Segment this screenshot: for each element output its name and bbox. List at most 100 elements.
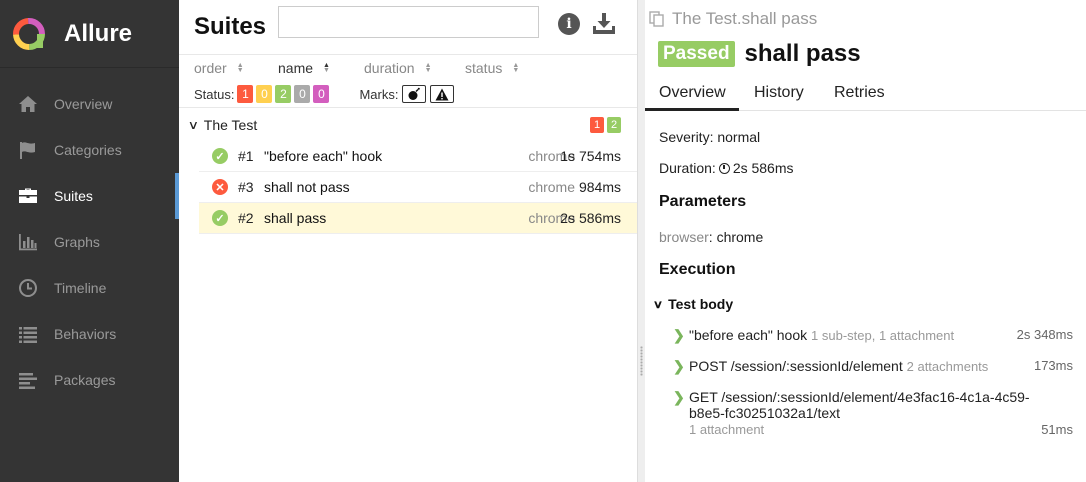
sidebar-item-graphs[interactable]: Graphs bbox=[0, 219, 179, 265]
sort-order-label: order bbox=[194, 60, 227, 76]
sidebar-item-packages[interactable]: Packages bbox=[0, 357, 179, 403]
check-circle-icon: ✓ bbox=[212, 210, 228, 226]
step-name: POST /session/:sessionId/element bbox=[689, 358, 903, 374]
test-body-label: Test body bbox=[668, 296, 734, 312]
group-passed-count: 2 bbox=[607, 117, 621, 133]
execution-title: Execution bbox=[659, 261, 736, 278]
sort-name-label: name bbox=[278, 60, 314, 76]
step-meta: 2 attachments bbox=[906, 359, 989, 374]
search-input[interactable] bbox=[278, 6, 539, 38]
tab-history[interactable]: History bbox=[746, 79, 830, 111]
test-number: #3 bbox=[238, 179, 254, 195]
sidebar-item-suites[interactable]: Suites bbox=[0, 173, 179, 219]
sidebar-item-categories[interactable]: Categories bbox=[0, 127, 179, 173]
sort-arrows-icon: ▲ ▼ bbox=[512, 62, 520, 74]
test-name: shall not pass bbox=[264, 179, 350, 195]
align-left-icon bbox=[17, 369, 39, 391]
test-number: #2 bbox=[238, 210, 254, 226]
marks-filter-label: Marks: bbox=[359, 86, 399, 102]
brand[interactable]: Allure bbox=[0, 0, 179, 68]
pane-splitter[interactable] bbox=[637, 0, 645, 482]
list-icon bbox=[17, 323, 39, 345]
chevron-right-icon: ❯ bbox=[673, 389, 685, 405]
status-filter-passed[interactable]: 2 bbox=[275, 85, 292, 103]
brand-name: Allure bbox=[64, 19, 133, 47]
test-duration: 1s 754ms bbox=[560, 148, 621, 164]
warning-mark-icon[interactable] bbox=[430, 85, 455, 103]
check-circle-icon: ✓ bbox=[212, 148, 228, 164]
table-row[interactable]: ✕ #3 shall not pass chrome 984ms bbox=[199, 172, 637, 203]
sidebar-item-label: Behaviors bbox=[54, 326, 117, 342]
sidebar-item-label: Timeline bbox=[54, 280, 107, 296]
sort-order[interactable]: order ▲ ▼ bbox=[194, 60, 278, 76]
copy-icon[interactable] bbox=[649, 11, 665, 27]
duration-line: Duration: 2s 586ms bbox=[659, 160, 794, 176]
suite-group-counts: 1 2 bbox=[587, 117, 621, 133]
status-filter-broken[interactable]: 0 bbox=[256, 85, 273, 103]
step-name: "before each" hook bbox=[689, 327, 808, 343]
sort-duration[interactable]: duration ▲ ▼ bbox=[364, 60, 465, 76]
breadcrumb: The Test.shall pass bbox=[649, 9, 817, 29]
sidebar-item-label: Overview bbox=[54, 96, 113, 112]
parameters-title: Parameters bbox=[659, 193, 747, 210]
status-filter-label: Status: bbox=[194, 86, 235, 102]
suites-pane: Suites i order ▲ ▼ name ▲ ▼ duration ▲ ▼ statu… bbox=[179, 0, 637, 482]
chevron-down-icon: ∨ bbox=[652, 298, 664, 311]
step-text: GET /session/:sessionId/element/4e3fac16… bbox=[689, 389, 1039, 438]
test-name: shall pass bbox=[264, 210, 327, 226]
severity-line: Severity: normal bbox=[659, 129, 761, 145]
test-name: "before each" hook bbox=[264, 148, 383, 164]
bar-chart-icon bbox=[17, 231, 39, 253]
group-failed-count: 1 bbox=[590, 117, 604, 133]
sidebar-item-label: Packages bbox=[54, 372, 116, 388]
clock-icon bbox=[718, 163, 730, 174]
parameter-row: browser: chrome bbox=[659, 229, 763, 245]
sidebar-item-timeline[interactable]: Timeline bbox=[0, 265, 179, 311]
sort-duration-label: duration bbox=[364, 60, 415, 76]
suite-group-name: The Test bbox=[203, 116, 258, 133]
status-filter-failed[interactable]: 1 bbox=[237, 85, 254, 103]
info-icon[interactable]: i bbox=[558, 13, 580, 35]
duration-label: Duration: bbox=[659, 160, 716, 176]
status-filter-skipped[interactable]: 0 bbox=[294, 85, 311, 103]
table-row[interactable]: ✓ #1 "before each" hook chrome 1s 754ms bbox=[199, 141, 637, 172]
download-icon[interactable] bbox=[592, 11, 616, 35]
test-duration: 984ms bbox=[578, 179, 621, 195]
test-duration: 2s 586ms bbox=[560, 210, 621, 226]
step-text: POST /session/:sessionId/element 2 attac… bbox=[689, 358, 988, 374]
flag-icon bbox=[17, 139, 39, 161]
test-env: chrome bbox=[528, 179, 575, 195]
chevron-right-icon: ❯ bbox=[673, 358, 685, 374]
detail-tabs: Overview History Retries bbox=[645, 79, 1086, 111]
chevron-down-icon: ∨ bbox=[187, 117, 200, 132]
sort-status[interactable]: status ▲ ▼ bbox=[465, 60, 519, 76]
step-meta: 1 sub-step, 1 attachment bbox=[811, 328, 955, 343]
suite-group-row[interactable]: ∨ The Test 1 2 bbox=[179, 109, 637, 140]
briefcase-icon bbox=[17, 185, 39, 207]
flaky-mark-bomb-icon[interactable] bbox=[402, 85, 427, 103]
sidebar-item-behaviors[interactable]: Behaviors bbox=[0, 311, 179, 357]
sort-arrows-icon: ▲ ▼ bbox=[236, 62, 244, 74]
tab-retries[interactable]: Retries bbox=[830, 79, 910, 111]
breadcrumb-text: The Test.shall pass bbox=[672, 9, 818, 28]
step-duration: 173ms bbox=[1033, 358, 1073, 373]
sort-status-label: status bbox=[465, 60, 503, 76]
status-badge: Passed bbox=[658, 41, 735, 67]
splitter-grip-icon[interactable] bbox=[640, 346, 643, 376]
sidebar: Allure Overview Categories Suites Graphs… bbox=[0, 0, 179, 482]
step-text: "before each" hook 1 sub-step, 1 attachm… bbox=[689, 327, 954, 343]
parameter-key: browser bbox=[659, 229, 709, 245]
step-duration: 51ms bbox=[1041, 422, 1073, 437]
test-body-toggle[interactable]: ∨ Test body bbox=[652, 296, 734, 312]
test-title: shall pass bbox=[744, 40, 861, 67]
home-icon bbox=[17, 93, 39, 115]
sidebar-item-overview[interactable]: Overview bbox=[0, 81, 179, 127]
sort-name[interactable]: name ▲ ▼ bbox=[278, 60, 364, 76]
chevron-right-icon: ❯ bbox=[673, 327, 685, 343]
page-title: Suites bbox=[194, 13, 267, 40]
sidebar-item-label: Categories bbox=[54, 142, 122, 158]
table-row-selected[interactable]: ✓ #2 shall pass chrome 2s 586ms bbox=[199, 203, 637, 234]
test-detail-pane: The Test.shall pass Passed shall pass Ov… bbox=[645, 0, 1086, 482]
tab-overview[interactable]: Overview bbox=[645, 79, 739, 111]
status-filter-unknown[interactable]: 0 bbox=[313, 85, 330, 103]
